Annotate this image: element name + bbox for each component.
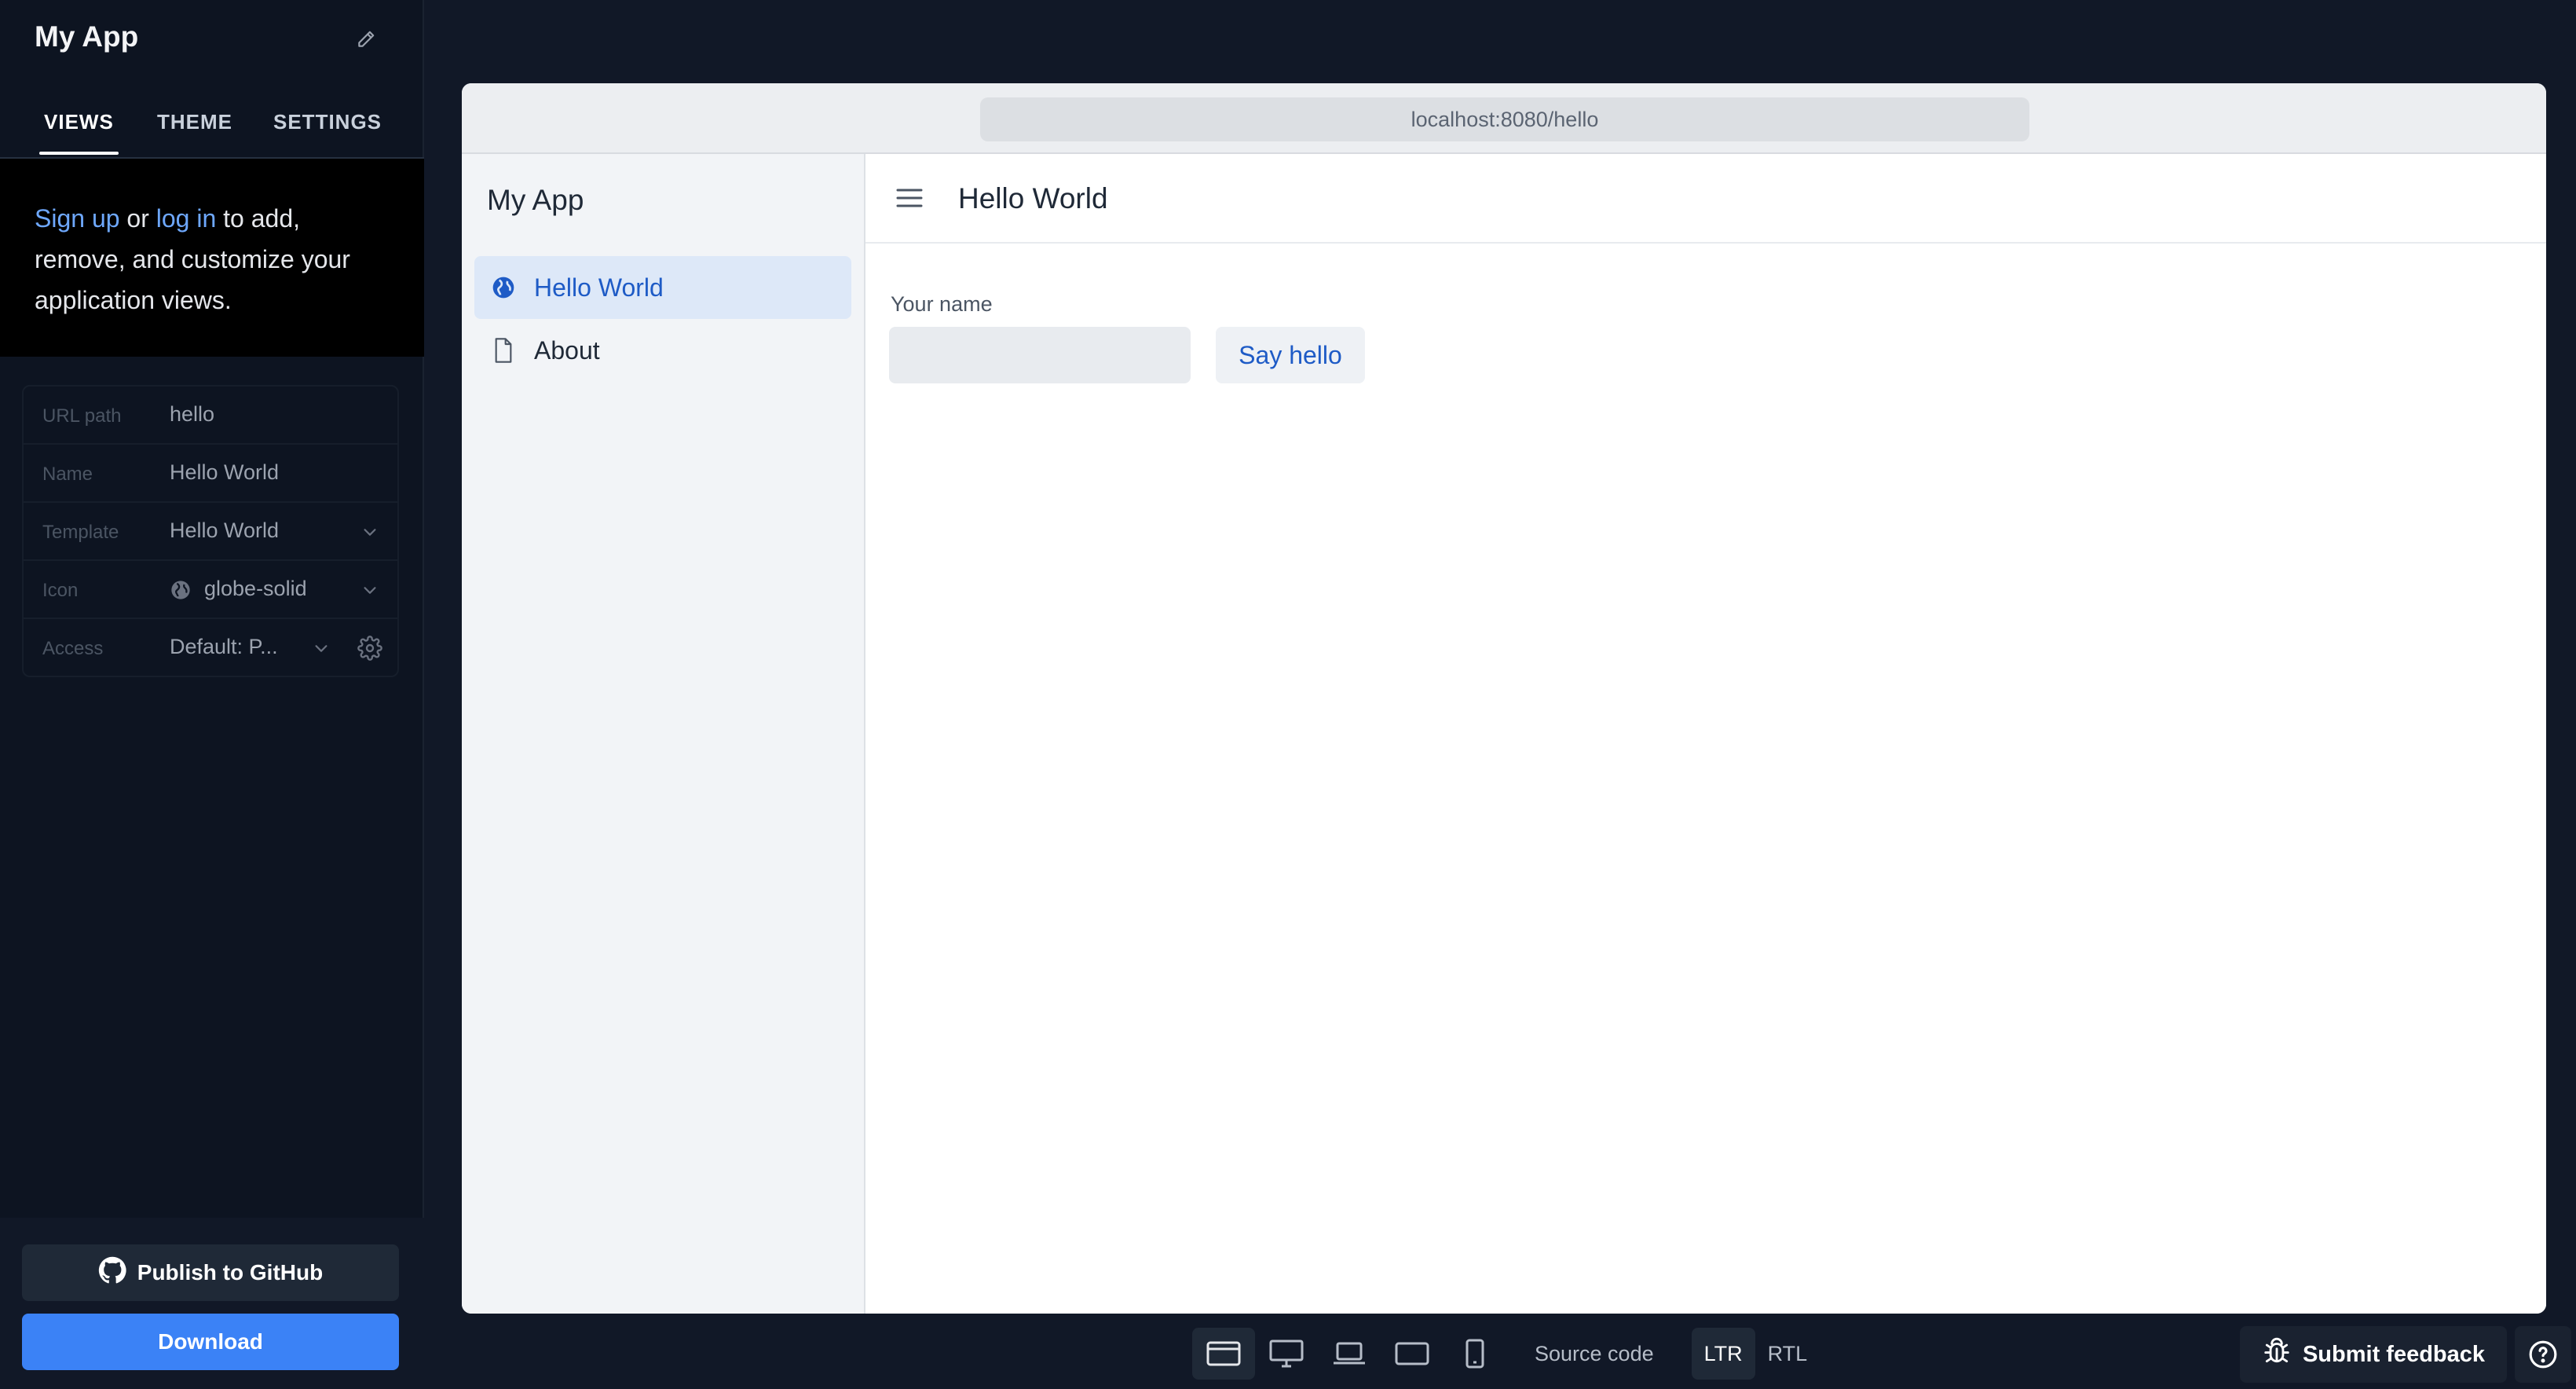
chevron-down-icon[interactable] [309, 636, 333, 660]
source-code-button[interactable]: Source code [1522, 1328, 1667, 1380]
rtl-button[interactable]: RTL [1755, 1328, 1820, 1380]
chevron-down-icon[interactable] [358, 578, 382, 602]
nav-label: Hello World [534, 273, 664, 302]
preview-toolbar: Source code LTR RTL [1192, 1328, 1820, 1380]
name-field-label: Your name [891, 292, 993, 316]
prop-url-path[interactable]: URL path hello [24, 387, 397, 445]
prop-value: Hello World [170, 460, 280, 484]
prop-value: Default: P... [170, 635, 278, 658]
notice-or: or [119, 204, 156, 233]
url-bar[interactable]: localhost:8080/hello [980, 97, 2029, 141]
tab-theme[interactable]: THEME [157, 110, 232, 134]
app-drawer: My App Hello World About [462, 154, 865, 1314]
chevron-down-icon[interactable] [358, 520, 382, 544]
prop-value: hello [170, 402, 215, 426]
browser-bar: localhost:8080/hello [462, 83, 2546, 154]
prop-value: globe-solid [204, 577, 307, 600]
signin-notice: Sign up or log in to add, remove, and cu… [0, 159, 424, 357]
publish-github-button[interactable]: Publish to GitHub [22, 1244, 399, 1301]
login-link[interactable]: log in [156, 204, 217, 233]
prop-label: URL path [42, 405, 122, 427]
prop-template[interactable]: Template Hello World [24, 503, 397, 561]
bug-icon [2262, 1336, 2292, 1373]
ltr-button[interactable]: LTR [1691, 1328, 1755, 1380]
sidebar-header: My App [0, 0, 424, 79]
sidebar-footer: Publish to GitHub Download [0, 1218, 424, 1389]
menu-icon[interactable] [895, 184, 924, 212]
globe-icon [170, 579, 192, 601]
signup-link[interactable]: Sign up [35, 204, 120, 233]
gear-icon[interactable] [355, 633, 385, 663]
github-icon [98, 1256, 126, 1290]
say-hello-button[interactable]: Say hello [1216, 327, 1365, 383]
editor-sidebar: My App VIEWS THEME SETTINGS Sign up or l… [0, 0, 424, 1389]
view-title: Hello World [958, 182, 1108, 214]
file-icon [490, 337, 517, 364]
download-button[interactable]: Download [22, 1314, 399, 1370]
prop-label: Name [42, 464, 93, 485]
preview-window: localhost:8080/hello My App Hello World … [462, 83, 2546, 1314]
submit-feedback-button[interactable]: Submit feedback [2240, 1326, 2507, 1383]
nav-item-about[interactable]: About [474, 319, 851, 382]
publish-label: Publish to GitHub [137, 1260, 324, 1285]
tab-views[interactable]: VIEWS [39, 110, 119, 155]
prop-label: Icon [42, 580, 79, 601]
desktop-view-icon[interactable] [1255, 1328, 1318, 1380]
nav-item-hello-world[interactable]: Hello World [474, 256, 851, 319]
phone-view-icon[interactable] [1444, 1328, 1506, 1380]
sidebar-tabs: VIEWS THEME SETTINGS [0, 94, 424, 159]
preview-app-title: My App [487, 184, 584, 216]
window-view-icon[interactable] [1192, 1328, 1255, 1380]
pencil-icon[interactable] [352, 25, 380, 53]
prop-value: Hello World [170, 519, 280, 542]
prop-access[interactable]: Access Default: P... [24, 619, 397, 677]
app-navbar: Hello World [865, 154, 2546, 244]
view-properties: URL path hello Name Hello World Template… [22, 385, 399, 677]
prop-name[interactable]: Name Hello World [24, 445, 397, 503]
app-main: Hello World Your name Say hello [865, 154, 2546, 1314]
laptop-view-icon[interactable] [1318, 1328, 1381, 1380]
app-title: My App [35, 20, 139, 53]
nav-label: About [534, 335, 600, 365]
name-input[interactable] [889, 327, 1191, 383]
prop-label: Access [42, 638, 104, 659]
tablet-view-icon[interactable] [1381, 1328, 1444, 1380]
tab-settings[interactable]: SETTINGS [273, 110, 382, 134]
globe-icon [490, 274, 517, 301]
help-icon[interactable] [2515, 1326, 2571, 1383]
prop-label: Template [42, 522, 119, 543]
feedback-label: Submit feedback [2302, 1341, 2486, 1367]
prop-icon[interactable]: Icon globe-solid [24, 561, 397, 619]
